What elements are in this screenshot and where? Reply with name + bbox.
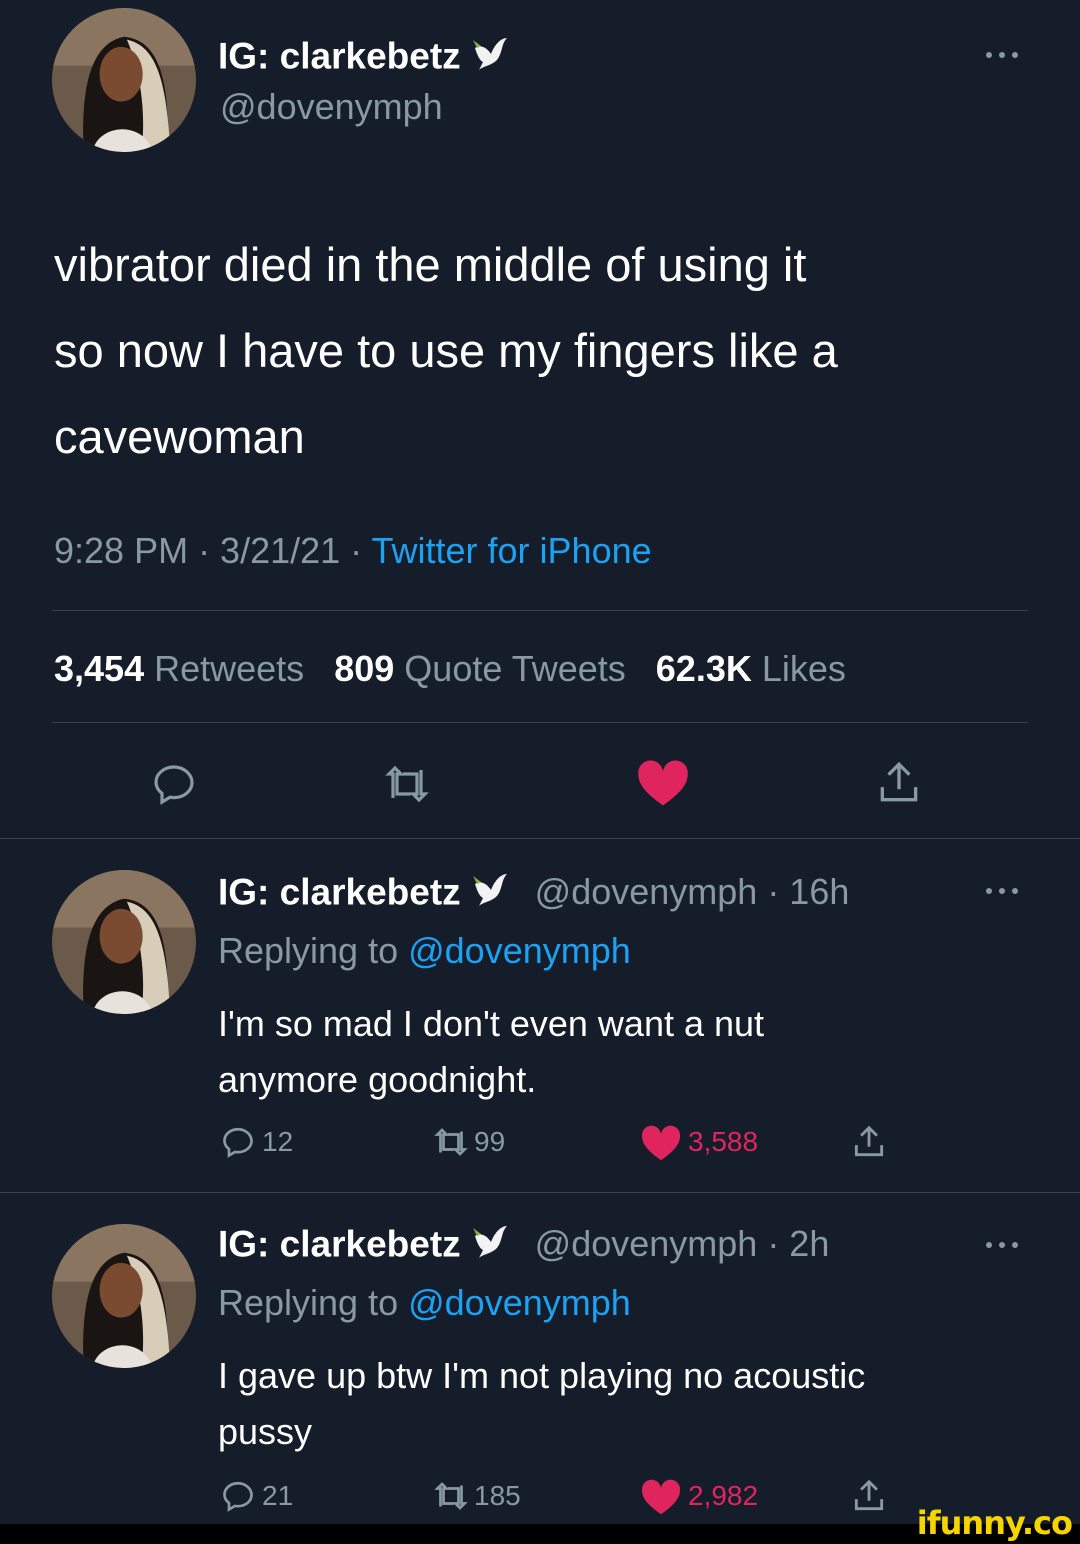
- avatar[interactable]: [52, 1224, 196, 1368]
- reply-icon[interactable]: [220, 1478, 256, 1514]
- author-handle[interactable]: @dovenymph: [220, 86, 443, 128]
- dove-icon: [471, 870, 511, 919]
- tweet-meta: 9:28 PM · 3/21/21 · Twitter for iPhone: [54, 530, 652, 572]
- handle-time: @dovenymph · 16h: [534, 871, 850, 913]
- reply-text: I'm so mad I don't even want a nut anymo…: [218, 996, 1038, 1108]
- replying-to: Replying to @dovenymph: [218, 930, 631, 972]
- replying-to: Replying to @dovenymph: [218, 1282, 631, 1324]
- divider: [0, 838, 1080, 839]
- display-name-text: IG: clarkebetz: [218, 35, 461, 77]
- watermark: ifunny.co: [916, 1504, 1073, 1542]
- quotes-count: 809: [334, 648, 395, 689]
- divider: [52, 722, 1028, 723]
- retweets-stat[interactable]: 3,454 Retweets: [54, 648, 304, 689]
- retweet-icon[interactable]: [382, 760, 432, 808]
- retweet-icon[interactable]: [432, 1124, 470, 1160]
- retweet-count: 99: [474, 1126, 506, 1157]
- likes-label: Likes: [761, 648, 846, 689]
- tweet-text-line: cavewoman: [54, 410, 305, 463]
- like-icon[interactable]: [636, 758, 690, 808]
- reply-count: 12: [262, 1126, 294, 1157]
- avatar[interactable]: [52, 8, 196, 152]
- mention-link[interactable]: @dovenymph: [408, 1282, 631, 1323]
- reply-icon[interactable]: [150, 760, 198, 808]
- likes-stat[interactable]: 62.3K Likes: [656, 648, 846, 689]
- share-icon[interactable]: [850, 1476, 888, 1516]
- reply-text-line: I gave up btw I'm not playing no acousti…: [218, 1355, 866, 1396]
- author-display-name[interactable]: IG: clarkebetz: [218, 34, 511, 83]
- reply-icon[interactable]: [220, 1124, 256, 1160]
- replying-prefix: Replying to: [218, 930, 409, 971]
- reply-text: I gave up btw I'm not playing no acousti…: [218, 1348, 1058, 1460]
- more-icon[interactable]: [986, 50, 1022, 60]
- mention-link[interactable]: @dovenymph: [408, 930, 631, 971]
- like-icon[interactable]: [640, 1478, 682, 1516]
- source-link[interactable]: Twitter for iPhone: [372, 530, 652, 571]
- more-icon[interactable]: [986, 1240, 1022, 1250]
- timestamp[interactable]: 9:28 PM · 3/21/21 ·: [54, 530, 372, 571]
- retweet-count: 185: [474, 1480, 521, 1511]
- quotes-stat[interactable]: 809 Quote Tweets: [334, 648, 626, 689]
- like-count: 2,982: [688, 1480, 759, 1511]
- dove-icon: [471, 34, 511, 83]
- display-name-text: IG: clarkebetz: [218, 871, 461, 913]
- dove-icon: [471, 1222, 511, 1271]
- tweet-text-line: vibrator died in the middle of using it: [54, 238, 807, 291]
- handle-time: @dovenymph · 2h: [534, 1223, 830, 1265]
- quotes-label: Quote Tweets: [404, 648, 626, 689]
- like-icon[interactable]: [640, 1124, 682, 1162]
- reply-author-line[interactable]: IG: clarkebetz @dovenymph · 16h: [218, 870, 849, 919]
- reply-text-line: I'm so mad I don't even want a nut: [218, 1003, 765, 1044]
- more-icon[interactable]: [986, 886, 1022, 896]
- share-icon[interactable]: [874, 758, 924, 808]
- reply-text-line: anymore goodnight.: [218, 1059, 537, 1100]
- divider: [52, 610, 1028, 611]
- divider: [0, 1192, 1080, 1193]
- like-count: 3,588: [688, 1126, 759, 1157]
- reply-author-line[interactable]: IG: clarkebetz @dovenymph · 2h: [218, 1222, 829, 1271]
- tweet-text-line: so now I have to use my fingers like a: [54, 324, 838, 377]
- tweet-text: vibrator died in the middle of using it …: [54, 222, 1054, 480]
- reply-text-line: pussy: [218, 1411, 313, 1452]
- share-icon[interactable]: [850, 1122, 888, 1162]
- retweets-count: 3,454: [54, 648, 145, 689]
- avatar[interactable]: [52, 870, 196, 1014]
- replying-prefix: Replying to: [218, 1282, 409, 1323]
- retweet-icon[interactable]: [432, 1478, 470, 1514]
- likes-count: 62.3K: [655, 648, 752, 689]
- reply-count: 21: [262, 1480, 294, 1511]
- retweets-label: Retweets: [154, 648, 305, 689]
- engagement-stats: 3,454 Retweets 809 Quote Tweets 62.3K Li…: [54, 648, 846, 690]
- display-name-text: IG: clarkebetz: [218, 1223, 461, 1265]
